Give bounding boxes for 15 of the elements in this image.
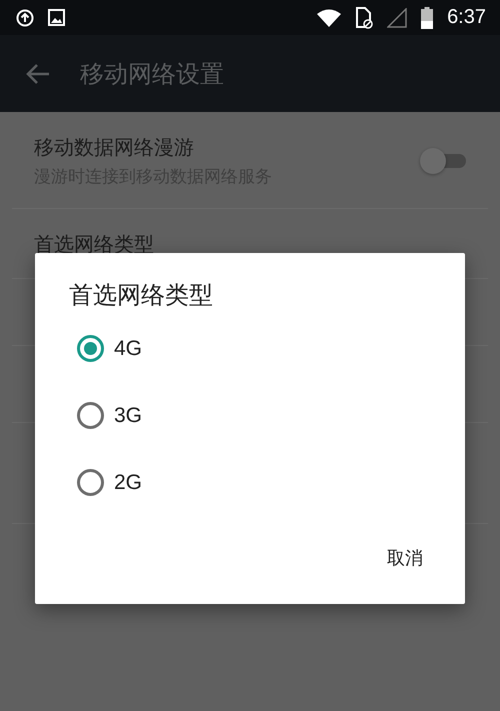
radio-option[interactable]: 4G	[77, 315, 465, 382]
sim-card-icon	[355, 6, 374, 28]
wifi-icon	[317, 8, 342, 26]
back-arrow-icon	[26, 62, 50, 84]
battery-icon	[421, 6, 434, 28]
clock: 6:37	[447, 6, 486, 29]
radio-option[interactable]: 3G	[77, 382, 465, 449]
dialog-title: 首选网络类型	[69, 280, 214, 311]
cancel-button[interactable]: 取消	[385, 542, 425, 574]
radio-option[interactable]: 2G	[77, 449, 465, 516]
image-icon	[48, 9, 65, 26]
signal-icon	[387, 8, 408, 28]
toggle-switch[interactable]	[420, 148, 466, 174]
upload-icon	[16, 8, 34, 26]
screen-title: 移动网络设置	[80, 58, 224, 90]
